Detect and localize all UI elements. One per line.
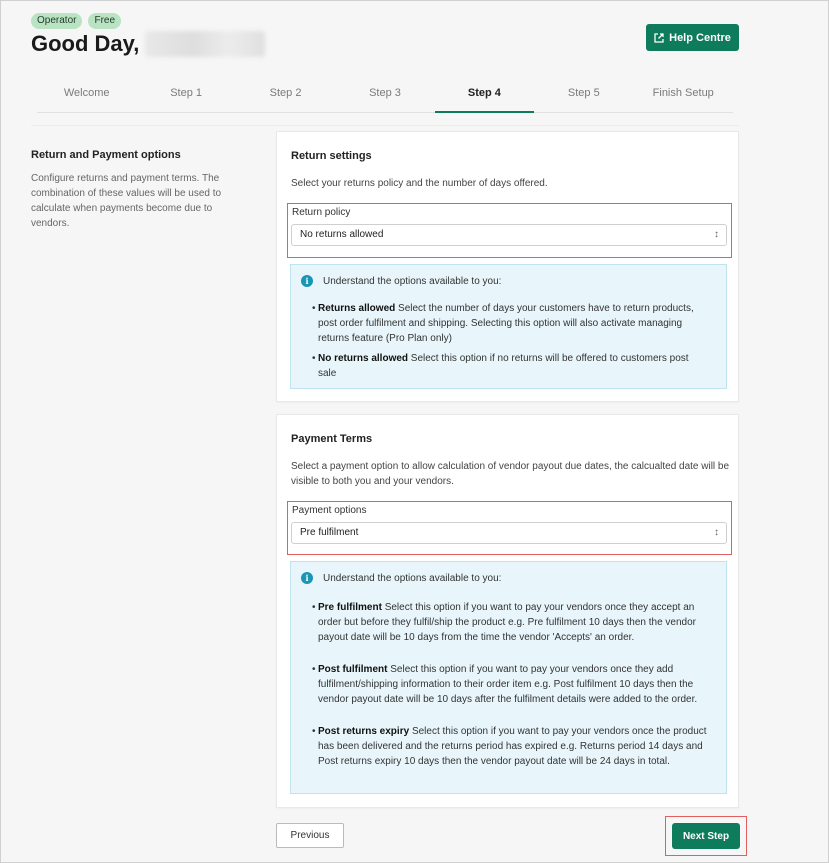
section-title: Return and Payment options — [31, 149, 181, 161]
select-arrows-icon: ↕ — [714, 527, 719, 538]
option-name: No returns allowed — [318, 353, 409, 364]
tab-step-4[interactable]: Step 4 — [434, 81, 535, 113]
payment-options-select[interactable]: Pre fulfilment ↕ — [291, 522, 727, 544]
list-item: • Pre fulfilment Select this option if y… — [312, 602, 697, 643]
payment-info-box: i Understand the options available to yo… — [290, 561, 727, 794]
payment-options-field: Payment options Pre fulfilment ↕ — [287, 501, 732, 555]
return-settings-description: Select your returns policy and the numbe… — [291, 178, 548, 189]
page: Operator Free Good Day, Help Centre Welc… — [0, 0, 829, 863]
greeting-text: Good Day, — [31, 31, 140, 56]
info-icon: i — [301, 275, 313, 287]
payment-info-title: Understand the options available to you: — [323, 572, 502, 584]
next-step-button[interactable]: Next Step — [672, 823, 740, 849]
info-icon: i — [301, 572, 313, 584]
divider — [31, 125, 739, 126]
returns-info-box: i Understand the options available to yo… — [290, 264, 727, 389]
role-badge: Operator — [31, 13, 83, 29]
returns-info-header: i Understand the options available to yo… — [301, 275, 501, 287]
list-item: • No returns allowed Select this option … — [312, 353, 689, 379]
tab-step-5[interactable]: Step 5 — [534, 81, 633, 112]
return-policy-label: Return policy — [292, 207, 351, 218]
redacted-username — [145, 31, 266, 57]
payment-options-label: Payment options — [292, 505, 367, 516]
return-settings-title: Return settings — [291, 150, 372, 162]
next-step-highlight: Next Step — [665, 816, 747, 856]
page-title: Good Day, — [31, 31, 266, 57]
option-name: Returns allowed — [318, 303, 396, 314]
plan-badge: Free — [88, 13, 122, 29]
list-item: • Post fulfilment Select this option if … — [312, 664, 698, 705]
payment-terms-description: Select a payment option to allow calcula… — [291, 461, 730, 487]
tab-step-3[interactable]: Step 3 — [335, 81, 434, 112]
returns-info-title: Understand the options available to you: — [323, 275, 502, 287]
section-description: Configure returns and payment terms. The… — [31, 173, 222, 229]
return-policy-select[interactable]: No returns allowed ↕ — [291, 224, 727, 246]
option-name: Pre fulfilment — [318, 602, 382, 613]
tab-welcome[interactable]: Welcome — [37, 81, 136, 112]
payment-options-value: Pre fulfilment — [300, 527, 359, 538]
payment-terms-card: Payment Terms Select a payment option to… — [276, 414, 739, 808]
option-name: Post fulfilment — [318, 664, 388, 675]
payment-terms-title: Payment Terms — [291, 433, 373, 445]
tab-step-2[interactable]: Step 2 — [236, 81, 335, 112]
select-arrows-icon: ↕ — [714, 229, 719, 240]
payment-info-header: i Understand the options available to yo… — [301, 572, 501, 584]
return-policy-value: No returns allowed — [300, 229, 384, 240]
help-centre-button[interactable]: Help Centre — [646, 24, 739, 51]
help-centre-label: Help Centre — [669, 31, 731, 44]
list-item: • Post returns expiry Select this option… — [312, 726, 707, 767]
setup-steps-tabs: Welcome Step 1 Step 2 Step 3 Step 4 Step… — [37, 81, 733, 113]
previous-button[interactable]: Previous — [276, 823, 344, 848]
return-settings-card: Return settings Select your returns poli… — [276, 131, 739, 402]
tab-step-1[interactable]: Step 1 — [136, 81, 235, 112]
tab-finish-setup[interactable]: Finish Setup — [634, 81, 733, 112]
external-link-icon — [654, 32, 664, 43]
list-item: • Returns allowed Select the number of d… — [312, 303, 694, 344]
return-policy-field: Return policy No returns allowed ↕ — [287, 203, 732, 258]
badge-row: Operator Free — [31, 13, 122, 29]
option-name: Post returns expiry — [318, 726, 410, 737]
